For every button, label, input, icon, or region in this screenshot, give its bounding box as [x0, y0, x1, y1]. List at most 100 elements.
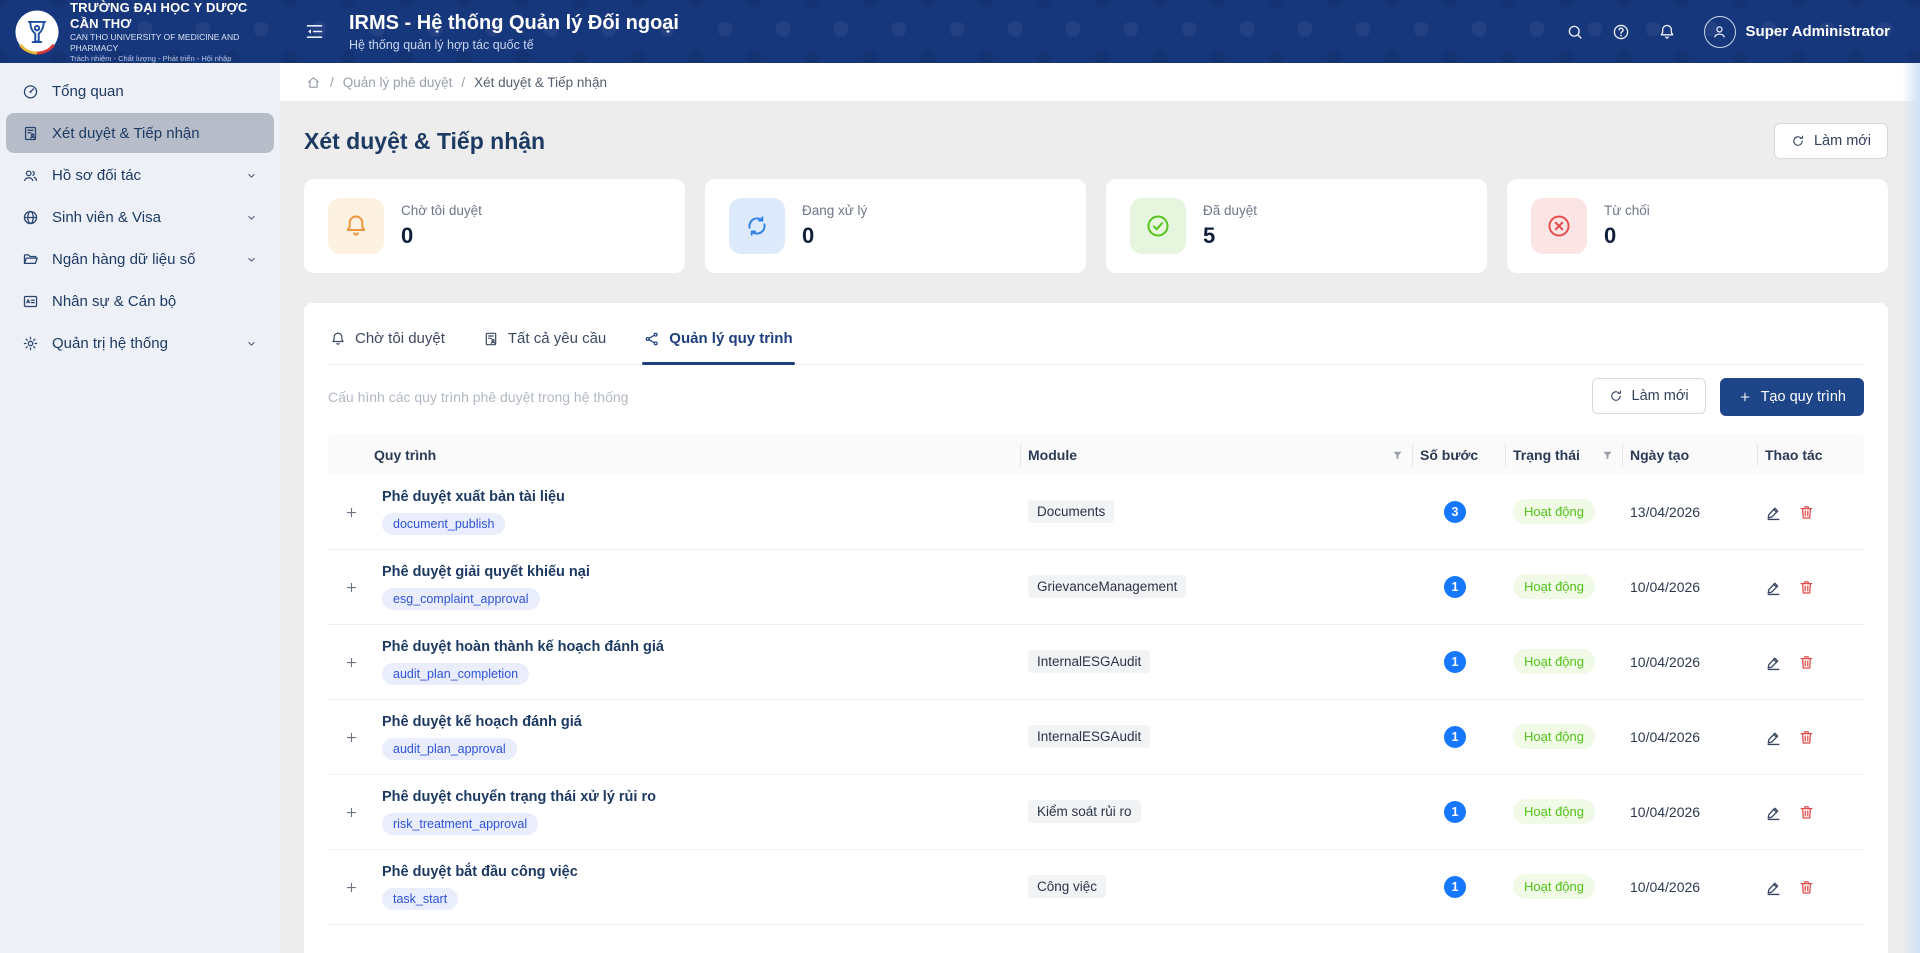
workflow-name-cell: Phê duyệt kế hoạch đánh giáaudit_plan_ap… [374, 714, 1020, 760]
status-badge: Hoạt động [1513, 874, 1595, 899]
university-name: TRƯỜNG ĐẠI HỌC Y DƯỢC CẦN THƠ [70, 0, 272, 32]
steps-cell: 1 [1412, 576, 1505, 598]
settings-icon [22, 335, 39, 352]
reload-icon [1609, 389, 1623, 403]
filter-icon[interactable] [1601, 449, 1614, 462]
module-badge: Công việc [1028, 875, 1106, 898]
tab-flow[interactable]: Quản lý quy trình [642, 315, 794, 364]
column-header-status: Trạng thái [1505, 435, 1622, 475]
expand-plus-icon[interactable] [344, 730, 359, 745]
module-badge: Kiểm soát rủi ro [1028, 800, 1141, 823]
menu-fold-icon[interactable] [304, 21, 325, 42]
steps-count-badge: 1 [1444, 651, 1466, 673]
university-name-en: CAN THO UNIVERSITY OF MEDICINE AND PHARM… [70, 32, 272, 53]
sidebar-item-label: Xét duyệt & Tiếp nhận [52, 125, 200, 142]
sidebar-item-folder[interactable]: Ngân hàng dữ liệu số [6, 239, 274, 279]
expand-plus-icon[interactable] [344, 880, 359, 895]
actions-cell [1757, 579, 1864, 596]
edit-icon[interactable] [1765, 579, 1782, 596]
sidebar-item-idcard[interactable]: Nhân sự & Cán bộ [6, 281, 274, 321]
expand-plus-icon[interactable] [344, 580, 359, 595]
avatar [1704, 16, 1736, 48]
edit-icon[interactable] [1765, 504, 1782, 521]
help-icon[interactable] [1612, 23, 1630, 41]
globe-icon [22, 209, 39, 226]
workflow-title: Phê duyệt xuất bản tài liệu [382, 489, 1012, 505]
edit-icon[interactable] [1765, 879, 1782, 896]
module-cell: Documents [1020, 503, 1412, 521]
stat-card: Chờ tôi duyệt0 [304, 179, 685, 273]
column-header-workflow: Quy trình [328, 435, 1020, 475]
plus-icon [1738, 390, 1752, 404]
page-refresh-button[interactable]: Làm mới [1774, 123, 1888, 159]
breadcrumb: / Quản lý phê duyệt / Xét duyệt & Tiếp n… [280, 63, 1920, 101]
workflow-code-badge: esg_complaint_approval [382, 588, 540, 610]
filter-icon[interactable] [1391, 449, 1404, 462]
chevron-down-icon [245, 169, 258, 182]
sidebar-item-globe[interactable]: Sinh viên & Visa [6, 197, 274, 237]
expand-plus-icon[interactable] [344, 505, 359, 520]
table-row: Phê duyệt xuất bản tài liệudocument_publ… [328, 475, 1864, 550]
table-row: Phê duyệt kế hoạch đánh giáaudit_plan_ap… [328, 700, 1864, 775]
status-cell: Hoạt động [1505, 503, 1622, 521]
expand-cell [328, 505, 374, 520]
delete-icon[interactable] [1798, 579, 1815, 596]
stat-label: Đang xử lý [802, 203, 867, 218]
expand-cell [328, 730, 374, 745]
edit-icon[interactable] [1765, 654, 1782, 671]
workflow-table: Quy trình Module Số bước Trạng thái Ngày… [328, 435, 1864, 953]
edit-icon[interactable] [1765, 729, 1782, 746]
workflow-code-badge: audit_plan_approval [382, 738, 517, 760]
workflow-code-badge: audit_plan_completion [382, 663, 529, 685]
date-cell: 10/04/2026 [1622, 654, 1757, 670]
workflow-name-cell: Phê duyệt xuất bản tài liệudocument_publ… [374, 489, 1020, 535]
breadcrumb-item[interactable]: Quản lý phê duyệt [343, 75, 453, 90]
expand-plus-icon[interactable] [344, 805, 359, 820]
edit-icon[interactable] [1765, 804, 1782, 821]
page-title: Xét duyệt & Tiếp nhận [304, 128, 545, 155]
flow-icon [644, 331, 660, 347]
user-menu[interactable]: Super Administrator [1704, 16, 1890, 48]
expand-plus-icon[interactable] [344, 655, 359, 670]
folder-icon [22, 251, 39, 268]
audit-icon [22, 125, 39, 142]
notifications-bell-icon[interactable] [1658, 23, 1676, 41]
breadcrumb-separator: / [461, 75, 465, 90]
sidebar-item-settings[interactable]: Quản trị hệ thống [6, 323, 274, 363]
stat-text: Chờ tôi duyệt0 [401, 203, 482, 249]
tabs: Chờ tôi duyệt Tất cả yêu cầu Quản lý quy t… [328, 303, 1864, 365]
sidebar-item-dashboard[interactable]: Tổng quan [6, 71, 274, 111]
workflow-title: Phê duyệt bắt đầu công việc [382, 864, 1012, 880]
steps-count-badge: 1 [1444, 576, 1466, 598]
main-content: Xét duyệt & Tiếp nhận Làm mới Chờ tôi du… [280, 101, 1920, 953]
home-icon[interactable] [306, 75, 321, 90]
search-icon[interactable] [1566, 23, 1584, 41]
status-cell: Hoạt động [1505, 728, 1622, 746]
breadcrumb-current: Xét duyệt & Tiếp nhận [474, 75, 607, 90]
status-cell: Hoạt động [1505, 578, 1622, 596]
module-cell: Kiểm soát rủi ro [1020, 803, 1412, 821]
steps-count-badge: 1 [1444, 726, 1466, 748]
sidebar-item-audit[interactable]: Xét duyệt & Tiếp nhận [6, 113, 274, 153]
app-title: IRMS - Hệ thống Quản lý Đối ngoại [349, 12, 679, 35]
delete-icon[interactable] [1798, 729, 1815, 746]
delete-icon[interactable] [1798, 879, 1815, 896]
delete-icon[interactable] [1798, 654, 1815, 671]
sidebar-item-label: Ngân hàng dữ liệu số [52, 251, 195, 268]
date-cell: 13/04/2026 [1622, 504, 1757, 520]
actions-cell [1757, 879, 1864, 896]
tab-audit[interactable]: Tất cả yêu cầu [481, 315, 608, 364]
expand-cell [328, 805, 374, 820]
create-workflow-button[interactable]: Tạo quy trình [1720, 378, 1864, 416]
delete-icon[interactable] [1798, 804, 1815, 821]
column-header-steps: Số bước [1412, 435, 1505, 475]
steps-count-badge: 1 [1444, 876, 1466, 898]
workflow-refresh-label: Làm mới [1632, 388, 1689, 404]
steps-cell: 1 [1412, 651, 1505, 673]
table-row: Phê duyệt bắt đầu công việctask_startCôn… [328, 850, 1864, 925]
chevron-down-icon [245, 337, 258, 350]
sidebar-item-team[interactable]: Hồ sơ đối tác [6, 155, 274, 195]
tab-bell[interactable]: Chờ tôi duyệt [328, 315, 447, 364]
workflow-refresh-button[interactable]: Làm mới [1592, 378, 1706, 414]
delete-icon[interactable] [1798, 504, 1815, 521]
